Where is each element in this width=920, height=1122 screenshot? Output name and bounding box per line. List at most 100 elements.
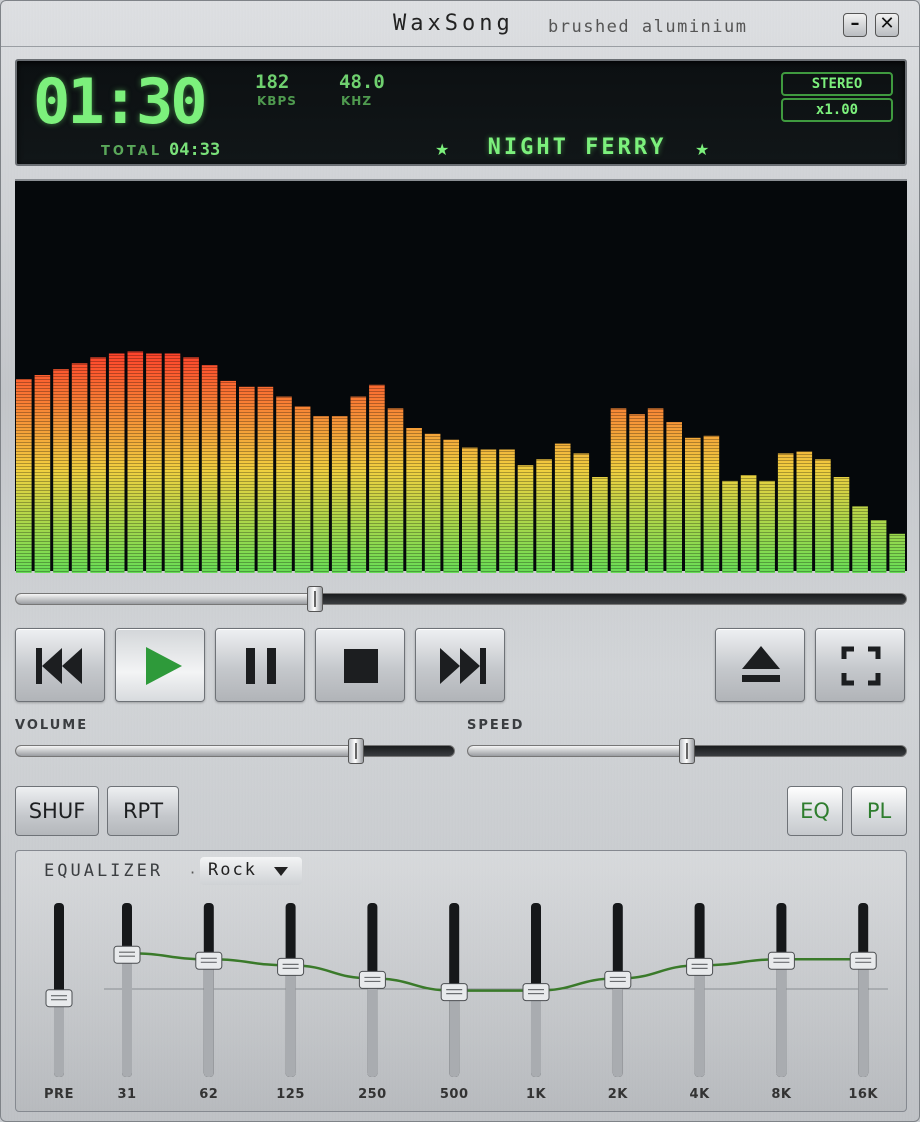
spectrum-bar-scanlines [499, 449, 515, 573]
speed-thumb[interactable] [679, 738, 695, 764]
skip-back-icon [36, 648, 82, 684]
stop-icon [344, 649, 378, 683]
spectrum-bar-scanlines [666, 422, 682, 573]
elapsed-time[interactable]: 01:30 [33, 65, 208, 138]
eq-band-thumb[interactable] [195, 951, 223, 970]
spectrum-bar-scanlines [852, 506, 868, 573]
eq-band-level [367, 980, 378, 1077]
eq-band-thumb[interactable] [604, 970, 632, 989]
minimize-button[interactable]: – [843, 13, 867, 37]
spectrum-bar-scanlines [369, 384, 385, 573]
star-icon: ★ [695, 140, 710, 159]
eq-band-thumb[interactable] [849, 951, 877, 970]
preamp-thumb[interactable] [45, 989, 73, 1008]
spectrum-bar-scanlines [90, 357, 106, 573]
seek-track[interactable] [15, 593, 907, 605]
spectrum-bar-scanlines [759, 480, 775, 573]
eq-band-level [776, 961, 787, 1077]
skip-forward-icon [440, 648, 486, 684]
shuffle-button[interactable]: SHUF [15, 786, 99, 836]
spectrum-bar-scanlines [889, 533, 905, 573]
spectrum-bar-scanlines [647, 408, 664, 573]
samplerate-unit: KHZ [341, 94, 373, 108]
total-time: 04:33 [169, 140, 221, 160]
eq-band-thumb[interactable] [767, 951, 795, 970]
play-button[interactable] [115, 628, 205, 702]
playlist-toggle-button[interactable]: PL [851, 786, 907, 836]
spectrum-bar-scanlines [740, 475, 757, 573]
stop-button[interactable] [315, 628, 405, 702]
seek-thumb[interactable] [306, 586, 323, 612]
volume-track[interactable] [15, 745, 455, 757]
spectrum-bar-scanlines [164, 353, 181, 573]
player-window: WaxSong brushed aluminium – ✕ 01:30 182 … [0, 0, 920, 1122]
app-title: WaxSong [393, 11, 514, 36]
eq-band-level [858, 961, 869, 1077]
spectrum-bar-scanlines [294, 406, 311, 573]
next-button[interactable] [415, 628, 505, 702]
eq-band-level [449, 992, 460, 1077]
pause-button[interactable] [215, 628, 305, 702]
spectrum-bar-scanlines [108, 353, 125, 573]
eq-band-thumb[interactable] [113, 945, 141, 964]
spectrum-bar-scanlines [331, 416, 348, 573]
spectrum-bar-scanlines [554, 443, 571, 573]
skin-name: brushed aluminium [548, 17, 748, 37]
spectrum-bars [16, 351, 905, 573]
spectrum-bar-scanlines [610, 408, 627, 573]
spectrum-bar-scanlines [201, 365, 218, 573]
samplerate-value: 48.0 [339, 71, 385, 93]
volume-thumb[interactable] [347, 738, 364, 764]
fullscreen-button[interactable] [815, 628, 905, 702]
close-icon: ✕ [879, 13, 895, 34]
track-title: NIGHT FERRY [487, 135, 667, 160]
spectrum-bar-scanlines [16, 379, 32, 573]
eq-band-level [54, 998, 64, 1077]
eq-sliders [45, 903, 888, 1077]
spectrum-bar-scanlines [870, 520, 887, 573]
eq-band-label: 62 [199, 1087, 219, 1102]
eq-band-thumb[interactable] [440, 983, 468, 1002]
repeat-button[interactable]: RPT [107, 786, 179, 836]
speed-badge: x1.00 [781, 98, 893, 122]
spectrum-bar-scanlines [573, 453, 590, 573]
eq-band-label: 500 [439, 1087, 469, 1102]
spectrum-bar-scanlines [443, 439, 459, 573]
spectrum-bar-scanlines [387, 408, 404, 573]
spectrum-bar-scanlines [629, 414, 645, 573]
pause-icon [246, 648, 276, 684]
eq-band-label: 31 [117, 1087, 137, 1102]
eq-band-thumb[interactable] [522, 983, 550, 1002]
minimize-icon: – [850, 13, 860, 34]
eject-button[interactable] [715, 628, 805, 702]
eq-toggle-button[interactable]: EQ [787, 786, 843, 836]
eq-curve [126, 951, 864, 992]
spectrum-bar-scanlines [239, 386, 255, 573]
volume-level [16, 746, 357, 756]
spectrum-bar-scanlines [517, 465, 534, 573]
eq-band-label: 16K [848, 1087, 879, 1102]
eq-band-level [531, 992, 541, 1077]
eq-band-level [285, 967, 296, 1077]
eq-band-thumb[interactable] [358, 970, 386, 989]
spectrum-bar-scanlines [34, 375, 51, 573]
title-bar[interactable]: WaxSong brushed aluminium – ✕ [1, 1, 919, 47]
eq-band-level [203, 961, 214, 1077]
spectrum-bar-scanlines [71, 363, 88, 573]
eq-band-label: 1K [525, 1087, 547, 1102]
spectrum-bar-scanlines [183, 357, 199, 573]
volume-label: VOLUME [15, 718, 89, 733]
spectrum-bar-scanlines [220, 380, 236, 573]
spectrum-bar-scanlines [313, 416, 329, 573]
previous-button[interactable] [15, 628, 105, 702]
spectrum-bar-scanlines [480, 449, 497, 573]
spectrum-bar-scanlines [424, 433, 441, 573]
spectrum-analyzer [15, 179, 907, 573]
spectrum-bar-scanlines [406, 428, 422, 573]
eq-band-level [694, 967, 705, 1077]
close-button[interactable]: ✕ [875, 13, 899, 37]
eq-band-thumb[interactable] [277, 957, 305, 976]
eq-band-thumb[interactable] [686, 957, 714, 976]
speed-label: SPEED [467, 718, 525, 733]
play-icon [146, 647, 182, 685]
